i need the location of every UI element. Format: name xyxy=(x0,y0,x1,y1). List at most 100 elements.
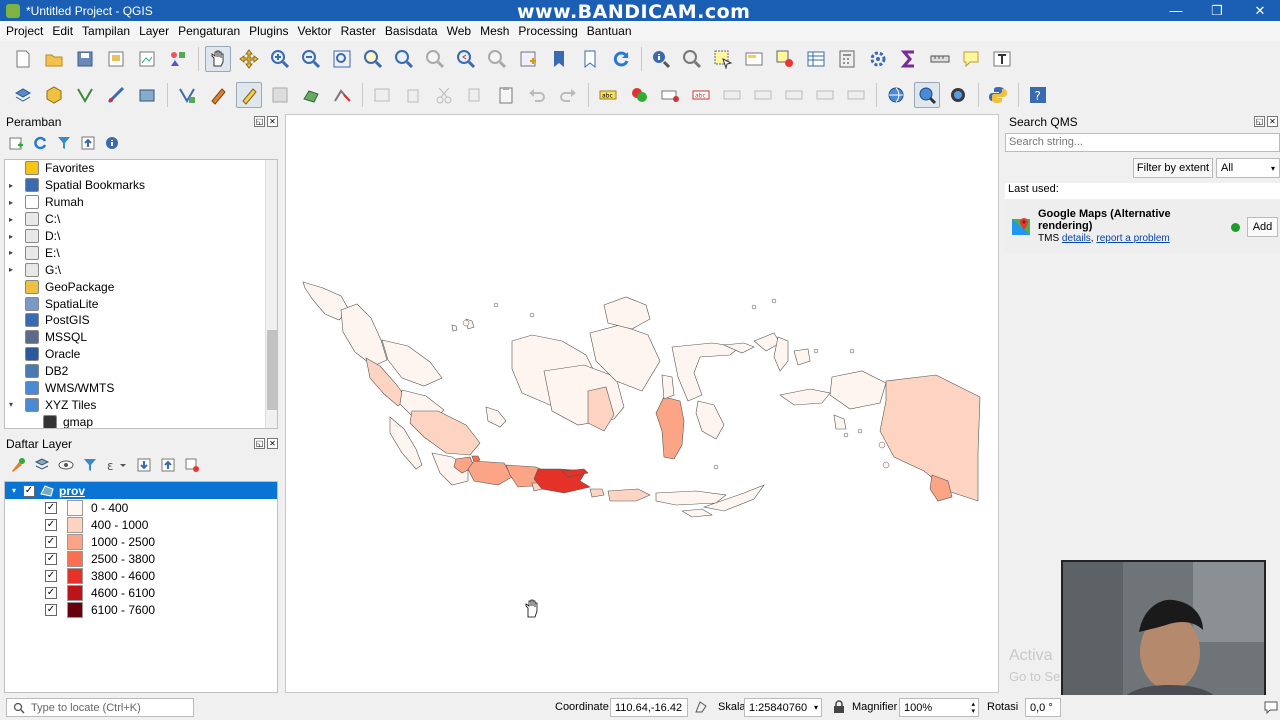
pin-labels-icon[interactable] xyxy=(657,82,683,108)
select-features-icon[interactable] xyxy=(710,46,736,72)
layout-manager-icon[interactable] xyxy=(134,46,160,72)
browser-item[interactable]: ▸ G:\ xyxy=(5,261,277,278)
expand-arrow-icon[interactable]: ▸ xyxy=(5,248,17,257)
zoom-last-icon[interactable] xyxy=(453,46,479,72)
expand-arrow-icon[interactable]: ▾ xyxy=(5,400,17,409)
copy-features-icon[interactable] xyxy=(462,82,488,108)
zoom-in-icon[interactable] xyxy=(267,46,293,72)
pan-hand-icon[interactable] xyxy=(205,46,231,72)
menu-pengaturan[interactable]: Pengaturan xyxy=(178,24,240,38)
expand-all-icon[interactable] xyxy=(136,457,152,473)
field-calculator-icon[interactable] xyxy=(834,46,860,72)
delete-selected-icon[interactable] xyxy=(400,82,426,108)
add-vector-layer-icon[interactable] xyxy=(72,82,98,108)
qms-filter-select[interactable]: All ▾ xyxy=(1216,158,1280,178)
expand-arrow-icon[interactable]: ▸ xyxy=(5,181,17,190)
redo-icon[interactable] xyxy=(555,82,581,108)
filter-by-extent-button[interactable]: Filter by extent xyxy=(1133,158,1213,178)
legend-class-row[interactable]: ✓ 0 - 400 xyxy=(5,499,277,516)
menu-bantuan[interactable]: Bantuan xyxy=(587,24,632,38)
statistical-summary-icon[interactable] xyxy=(896,46,922,72)
browser-item[interactable]: gmap xyxy=(5,413,277,428)
spinner-icon[interactable]: ▴ ▾ xyxy=(971,701,975,715)
browser-item[interactable]: WMS/WMTS xyxy=(5,380,277,397)
add-wms-layer-icon[interactable] xyxy=(174,82,200,108)
add-group-icon[interactable] xyxy=(34,457,50,473)
float-panel-icon[interactable]: ◱ xyxy=(1254,116,1265,127)
text-annotation-icon[interactable] xyxy=(989,46,1015,72)
filter-by-expression-icon[interactable]: ε xyxy=(106,457,128,473)
zoom-to-layer-icon[interactable] xyxy=(391,46,417,72)
expand-arrow-icon[interactable]: ▸ xyxy=(5,232,17,241)
new-bookmark-icon[interactable] xyxy=(546,46,572,72)
add-mesh-layer-icon[interactable] xyxy=(134,82,160,108)
collapse-all-icon[interactable] xyxy=(80,135,96,151)
save-edits-icon[interactable] xyxy=(267,82,293,108)
add-raster-layer-icon[interactable] xyxy=(103,82,129,108)
browser-item[interactable]: SpatiaLite xyxy=(5,295,277,312)
identify-features-icon[interactable] xyxy=(648,46,674,72)
refresh-browser-icon[interactable] xyxy=(32,135,48,151)
float-panel-icon[interactable]: ◱ xyxy=(254,438,265,449)
legend-class-checkbox[interactable]: ✓ xyxy=(45,552,57,565)
legend-class-checkbox[interactable]: ✓ xyxy=(45,518,57,531)
layer-diagram-icon[interactable] xyxy=(626,82,652,108)
qms-details-link[interactable]: details xyxy=(1062,233,1091,244)
add-selected-layers-icon[interactable] xyxy=(8,135,24,151)
new-print-layout-icon[interactable] xyxy=(103,46,129,72)
menu-mesh[interactable]: Mesh xyxy=(480,24,509,38)
browser-item[interactable]: ▸ D:\ xyxy=(5,228,277,245)
close-panel-icon[interactable]: ✕ xyxy=(267,438,278,449)
help-icon[interactable]: ? xyxy=(1025,82,1051,108)
expand-arrow-icon[interactable]: ▸ xyxy=(5,215,17,224)
legend-class-row[interactable]: ✓ 3800 - 4600 xyxy=(5,567,277,584)
legend-class-checkbox[interactable]: ✓ xyxy=(45,586,57,599)
browser-item[interactable]: ▾ XYZ Tiles xyxy=(5,396,277,413)
highlight-labels-icon[interactable]: abc xyxy=(688,82,714,108)
show-bookmarks-icon[interactable] xyxy=(577,46,603,72)
browser-item[interactable]: MSSQL xyxy=(5,329,277,346)
toggle-editing-icon[interactable] xyxy=(236,82,262,108)
show-hide-labels-icon[interactable] xyxy=(812,82,838,108)
search-qms-icon[interactable] xyxy=(914,82,940,108)
browser-item[interactable]: ▸ Rumah xyxy=(5,194,277,211)
close-panel-icon[interactable]: ✕ xyxy=(1267,116,1278,127)
label-properties-icon[interactable] xyxy=(843,82,869,108)
restore-icon[interactable]: ❐ xyxy=(1197,0,1237,21)
lock-scale-icon[interactable] xyxy=(833,700,845,714)
data-source-manager-icon[interactable] xyxy=(10,82,36,108)
indonesia-province-map[interactable] xyxy=(286,115,999,693)
magnifier-field[interactable]: 100% ▴ ▾ xyxy=(899,698,979,717)
remove-layer-icon[interactable] xyxy=(184,457,200,473)
zoom-out-icon[interactable] xyxy=(298,46,324,72)
expand-arrow-icon[interactable]: ▾ xyxy=(5,486,23,495)
legend-class-row[interactable]: ✓ 4600 - 6100 xyxy=(5,584,277,601)
browser-item[interactable]: DB2 xyxy=(5,363,277,380)
add-service-button[interactable]: Add xyxy=(1247,217,1278,237)
collapse-all-layers-icon[interactable] xyxy=(160,457,176,473)
select-by-value-icon[interactable] xyxy=(741,46,767,72)
save-project-icon[interactable] xyxy=(72,46,98,72)
browser-item[interactable]: ▸ Spatial Bookmarks xyxy=(5,177,277,194)
legend-class-row[interactable]: ✓ 6100 - 7600 xyxy=(5,601,277,618)
open-attribute-table-icon[interactable] xyxy=(803,46,829,72)
layer-visibility-checkbox[interactable]: ✓ xyxy=(23,484,35,497)
legend-class-row[interactable]: ✓ 2500 - 3800 xyxy=(5,550,277,567)
refresh-icon[interactable] xyxy=(608,46,634,72)
processing-toolbox-icon[interactable] xyxy=(865,46,891,72)
open-project-icon[interactable] xyxy=(41,46,67,72)
toggle-extents-icon[interactable] xyxy=(694,700,708,714)
menu-layer[interactable]: Layer xyxy=(139,24,169,38)
qms-service-card[interactable]: Google Maps (Alternative rendering) TMS … xyxy=(1005,199,1280,253)
browser-item[interactable]: Favorites xyxy=(5,160,277,177)
menu-plugins[interactable]: Plugins xyxy=(249,24,288,38)
map-tips-icon[interactable] xyxy=(958,46,984,72)
new-map-view-icon[interactable] xyxy=(515,46,541,72)
qms-search-input[interactable]: Search string... xyxy=(1005,133,1280,152)
layer-name[interactable]: prov xyxy=(59,484,85,498)
move-label-icon[interactable] xyxy=(719,82,745,108)
browser-item[interactable]: ▸ C:\ xyxy=(5,211,277,228)
rotation-field[interactable]: 0,0 ° xyxy=(1025,698,1061,717)
menu-web[interactable]: Web xyxy=(447,24,471,38)
legend-class-row[interactable]: ✓ 400 - 1000 xyxy=(5,516,277,533)
